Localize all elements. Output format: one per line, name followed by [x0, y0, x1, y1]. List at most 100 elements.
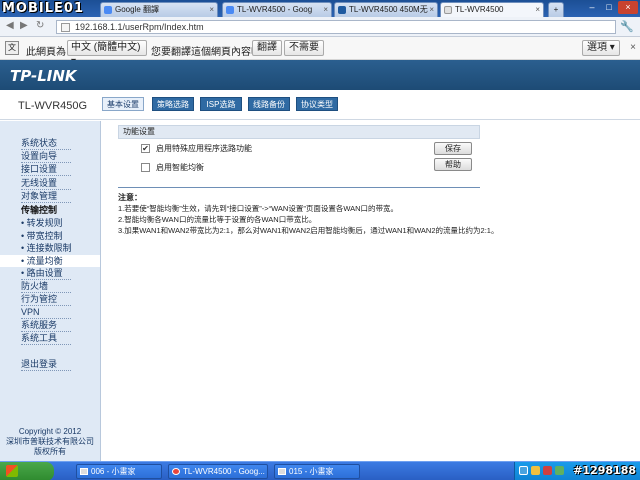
tab-isp-routing[interactable]: ISP选路: [200, 97, 242, 111]
address-bar-row: ◀ ▶ ↻ 192.168.1.1/userRpm/Index.htm 🔧: [0, 17, 640, 37]
paint-icon: [278, 468, 286, 475]
tab-label: TL-WVR4500 - Goog: [237, 5, 313, 14]
tab-label: Google 翻譯: [115, 5, 160, 14]
sidebar-item-connection-limit[interactable]: • 连接数限制: [21, 242, 72, 254]
sidebar-divider: [21, 344, 71, 345]
tp-link-logo: TP-LINK: [10, 67, 77, 85]
windows-taskbar: 006 - 小畫家 TL-WVR4500 - Goog... 015 - 小畫家…: [0, 461, 640, 480]
sidebar-item-transport-control[interactable]: 传输控制: [21, 204, 57, 216]
close-window-button[interactable]: ×: [618, 1, 638, 14]
sidebar-item-bandwidth[interactable]: • 带宽控制: [21, 230, 63, 242]
forward-arrow-icon[interactable]: ▶: [20, 20, 28, 31]
maximize-button[interactable]: □: [601, 1, 617, 14]
smart-balance-label: 启用智能均衡: [156, 163, 204, 172]
page-favicon-icon: [444, 6, 452, 14]
close-icon[interactable]: ×: [630, 42, 636, 53]
task-label: TL-WVR4500 - Goog...: [183, 467, 265, 476]
url-field[interactable]: 192.168.1.1/userRpm/Index.htm: [56, 20, 616, 34]
sidebar-item-wireless[interactable]: 无线设置: [21, 177, 57, 189]
sidebar-item-logout[interactable]: 退出登录: [21, 358, 57, 370]
smart-balance-checkbox[interactable]: [141, 163, 150, 172]
close-tab-icon[interactable]: ×: [429, 3, 434, 16]
translate-bar: 文 此網頁為 中文 (簡體中文) ▾ 您要翻譯這個網頁內容嗎？ 翻譯 不需要 選…: [0, 37, 640, 67]
tray-icon[interactable]: [543, 466, 552, 475]
browser-tab-strip: Google 翻譯 × TL-WVR4500 - Goog × TL-WVR45…: [0, 0, 640, 17]
taskbar-item-paint-2[interactable]: 015 - 小畫家: [274, 464, 360, 479]
google-favicon-icon: [104, 6, 112, 14]
translate-button[interactable]: 翻譯: [252, 40, 282, 56]
tab-protocol-type[interactable]: 协议类型: [296, 97, 338, 111]
note-3: 3.加果WAN1和WAN2带宽比为2:1，那么对WAN1和WAN2启用智能均衡后…: [118, 226, 499, 235]
decline-translate-button[interactable]: 不需要: [284, 40, 324, 56]
note-1: 1.若要使“智能均衡”生效，请先到“接口设置”->“WAN设置”页面设置各WAN…: [118, 204, 399, 213]
wrench-icon[interactable]: 🔧: [620, 20, 634, 33]
help-button[interactable]: 帮助: [434, 158, 472, 171]
minimize-button[interactable]: –: [584, 1, 600, 14]
notes-title: 注意：: [118, 193, 142, 202]
sidebar-divider: [21, 370, 71, 371]
translate-options-button[interactable]: 選項 ▾: [582, 40, 620, 56]
special-app-routing-checkbox[interactable]: ✔: [141, 144, 150, 153]
router-header: TP-LINK: [0, 60, 640, 90]
start-button[interactable]: [0, 462, 54, 480]
new-tab-button[interactable]: +: [548, 2, 564, 17]
tab-policy-routing[interactable]: 策略选路: [152, 97, 194, 111]
url-text: 192.168.1.1/userRpm/Index.htm: [75, 22, 204, 32]
new-tab-label: +: [553, 5, 559, 14]
sidebar-item-vpn[interactable]: VPN: [21, 306, 40, 318]
translate-icon: 文: [5, 41, 19, 55]
language-icon[interactable]: [519, 466, 528, 475]
close-tab-icon[interactable]: ×: [535, 3, 540, 16]
task-label: 015 - 小畫家: [289, 467, 334, 476]
google-favicon-icon: [226, 6, 234, 14]
special-app-routing-label: 启用特殊应用程序选路功能: [156, 144, 252, 153]
section-title: 功能设置: [118, 125, 480, 139]
taskbar-item-paint-1[interactable]: 006 - 小畫家: [76, 464, 162, 479]
sidebar-item-routing[interactable]: • 路由设置: [21, 267, 63, 279]
sidebar-item-system-tools[interactable]: 系统工具: [21, 332, 57, 344]
tab-google-translate[interactable]: Google 翻譯 ×: [100, 2, 218, 17]
translate-page-label: 此網頁為: [26, 47, 66, 58]
tab-label: TL-WVR4500 450M无: [349, 5, 428, 14]
sidebar-item-interface[interactable]: 接口设置: [21, 163, 57, 175]
section-divider: [118, 187, 480, 188]
close-tab-icon[interactable]: ×: [209, 3, 214, 16]
main-content: 功能设置 ✔ 启用特殊应用程序选路功能 启用智能均衡 保存 帮助 注意： 1.若…: [101, 121, 640, 461]
sidebar-item-system-services[interactable]: 系统服务: [21, 319, 57, 331]
sidebar-item-forwarding[interactable]: • 转发规则: [21, 217, 63, 229]
sidebar-divider: [21, 175, 71, 176]
sidebar-item-firewall[interactable]: 防火墙: [21, 280, 48, 292]
copyright-rights: 版权所有: [34, 447, 66, 456]
copyright-company: 深圳市普联技术有限公司: [6, 437, 94, 446]
copyright-line: Copyright © 2012: [18, 427, 82, 436]
tab-router-admin[interactable]: TL-WVR4500 ×: [440, 2, 544, 17]
tab-google-search[interactable]: TL-WVR4500 - Goog ×: [222, 2, 332, 17]
tab-basic-settings[interactable]: 基本设置: [102, 97, 144, 111]
tab-label: TL-WVR4500: [455, 5, 504, 14]
language-select[interactable]: 中文 (簡體中文) ▾: [67, 40, 147, 67]
taskbar-item-browser[interactable]: TL-WVR4500 - Goog...: [168, 464, 268, 479]
sidebar: 系统状态 设置向导 接口设置 无线设置 对象管理 传输控制 • 转发规则 • 带…: [0, 121, 101, 461]
page-icon: [61, 23, 70, 32]
close-tab-icon[interactable]: ×: [323, 3, 328, 16]
sidebar-item-system-status[interactable]: 系统状态: [21, 137, 57, 149]
sidebar-item-behavior-control[interactable]: 行为管控: [21, 293, 57, 305]
tray-icon[interactable]: [555, 466, 564, 475]
task-label: 006 - 小畫家: [91, 467, 136, 476]
sidebar-item-objects[interactable]: 对象管理: [21, 190, 57, 202]
watermark-logo: MOBILE01: [2, 1, 84, 16]
tray-icon[interactable]: [531, 466, 540, 475]
back-arrow-icon[interactable]: ◀: [6, 20, 14, 31]
tab-line-backup[interactable]: 线路备份: [248, 97, 290, 111]
sidebar-item-setup-wizard[interactable]: 设置向导: [21, 150, 57, 162]
reload-icon[interactable]: ↻: [36, 20, 44, 31]
windows-logo-icon: [6, 465, 18, 477]
sidebar-item-load-balance[interactable]: • 流量均衡: [0, 255, 100, 267]
sidebar-divider: [21, 202, 71, 203]
save-button[interactable]: 保存: [434, 142, 472, 155]
tab-product-page[interactable]: TL-WVR4500 450M无 ×: [334, 2, 438, 17]
notes-block: 注意： 1.若要使“智能均衡”生效，请先到“接口设置”->“WAN设置”页面设置…: [118, 192, 588, 236]
paint-icon: [80, 468, 88, 475]
chrome-icon: [172, 468, 180, 475]
tp-favicon-icon: [338, 6, 346, 14]
